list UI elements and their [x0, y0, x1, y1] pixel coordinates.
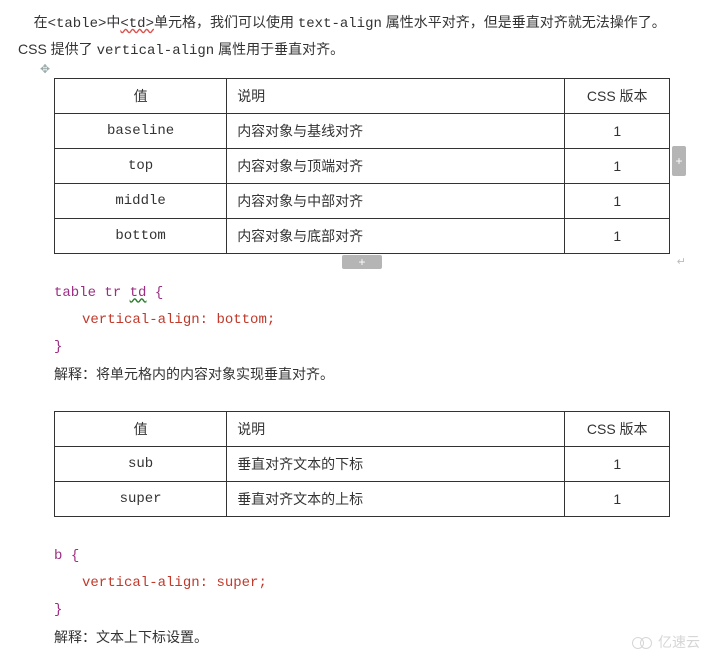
table-1-wrap: ✥ + + ↵ 值 说明 CSS 版本 baseline 内容对象与基线对齐 1…	[54, 78, 670, 254]
code-brace: {	[71, 548, 79, 564]
cell-desc: 内容对象与底部对齐	[227, 219, 565, 254]
cell-desc: 内容对象与中部对齐	[227, 184, 565, 219]
table-row: middle 内容对象与中部对齐 1	[55, 184, 670, 219]
code-semi: ;	[258, 575, 266, 591]
intro-text-5: 属性用于垂直对齐。	[214, 41, 344, 57]
table-row: 值 说明 CSS 版本	[55, 412, 670, 447]
code-colon: :	[200, 312, 217, 328]
code-brace: {	[155, 285, 163, 301]
code-selector: tr	[104, 285, 121, 301]
table-row: super 垂直对齐文本的上标 1	[55, 482, 670, 517]
watermark: 亿速云	[632, 632, 700, 652]
intro-text-2: 中	[106, 14, 120, 30]
col-header-version: CSS 版本	[565, 412, 670, 447]
table-row: baseline 内容对象与基线对齐 1	[55, 114, 670, 149]
prop-text-align: text-align	[298, 16, 382, 32]
cell-version: 1	[565, 149, 670, 184]
table-2-wrap: 值 说明 CSS 版本 sub 垂直对齐文本的下标 1 super 垂直对齐文本…	[54, 411, 670, 517]
cell-version: 1	[565, 219, 670, 254]
cell-value: top	[55, 149, 227, 184]
code-property: vertical-align	[82, 575, 200, 591]
code-brace: }	[54, 339, 62, 355]
cell-value: super	[55, 482, 227, 517]
code-block-2: b { vertical-align: super; }	[54, 543, 694, 623]
table-vertical-align-text: 值 说明 CSS 版本 sub 垂直对齐文本的下标 1 super 垂直对齐文本…	[54, 411, 670, 517]
cell-desc: 垂直对齐文本的上标	[227, 482, 565, 517]
explain-1: 解释：将单元格内的内容对象实现垂直对齐。	[54, 362, 694, 387]
code-selector: b	[54, 548, 62, 564]
col-header-version: CSS 版本	[565, 79, 670, 114]
cell-version: 1	[565, 184, 670, 219]
code-colon: :	[200, 575, 217, 591]
explain-2: 解释：文本上下标设置。	[54, 625, 694, 650]
add-row-handle[interactable]: +	[342, 255, 382, 269]
col-header-desc: 说明	[227, 79, 565, 114]
cell-value: sub	[55, 447, 227, 482]
code-block-1: table tr td { vertical-align: bottom; }	[54, 280, 694, 360]
code-value: bottom	[216, 312, 266, 328]
intro-text-3: 单元格，我们可以使用	[154, 14, 298, 30]
tag-td: <td>	[120, 16, 154, 32]
cell-version: 1	[565, 447, 670, 482]
cell-version: 1	[565, 114, 670, 149]
col-header-value: 值	[55, 412, 227, 447]
code-brace: }	[54, 602, 62, 618]
cell-value: middle	[55, 184, 227, 219]
table-row: 值 说明 CSS 版本	[55, 79, 670, 114]
cell-value: bottom	[55, 219, 227, 254]
cell-desc: 内容对象与顶端对齐	[227, 149, 565, 184]
intro-paragraph: 在<table>中<td>单元格，我们可以使用 text-align 属性水平对…	[18, 10, 694, 64]
add-column-handle[interactable]: +	[672, 146, 686, 176]
table-row: sub 垂直对齐文本的下标 1	[55, 447, 670, 482]
code-selector: td	[130, 285, 147, 301]
code-selector: table	[54, 285, 96, 301]
watermark-text: 亿速云	[658, 632, 700, 652]
table-row: top 内容对象与顶端对齐 1	[55, 149, 670, 184]
code-value: super	[216, 575, 258, 591]
table-row: bottom 内容对象与底部对齐 1	[55, 219, 670, 254]
cell-value: baseline	[55, 114, 227, 149]
col-header-desc: 说明	[227, 412, 565, 447]
prop-vertical-align: vertical-align	[97, 43, 215, 59]
move-handle-icon[interactable]: ✥	[40, 62, 50, 76]
code-property: vertical-align	[82, 312, 200, 328]
tag-table: <table>	[48, 16, 107, 32]
cell-desc: 垂直对齐文本的下标	[227, 447, 565, 482]
col-header-value: 值	[55, 79, 227, 114]
table-vertical-align-block: 值 说明 CSS 版本 baseline 内容对象与基线对齐 1 top 内容对…	[54, 78, 670, 254]
cloud-icon	[632, 635, 654, 649]
paragraph-mark-icon: ↵	[677, 255, 686, 268]
code-semi: ;	[267, 312, 275, 328]
cell-desc: 内容对象与基线对齐	[227, 114, 565, 149]
cell-version: 1	[565, 482, 670, 517]
intro-text-1: 在	[34, 14, 48, 30]
